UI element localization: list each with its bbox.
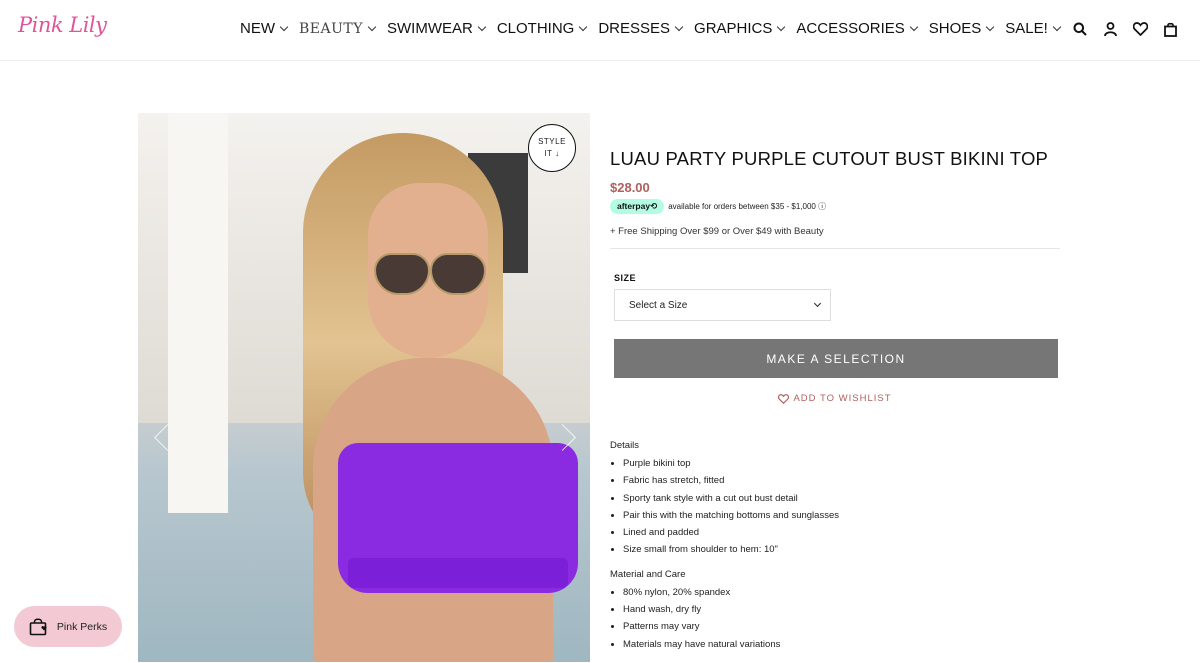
list-item: Purple bikini top (610, 455, 1060, 472)
image-pillar (168, 113, 228, 513)
details-title: Details (610, 440, 640, 451)
list-item: Materials may have natural variations (610, 636, 1060, 653)
chevron-down-icon (909, 22, 919, 31)
care-list: 80% nylon, 20% spandex Hand wash, dry fl… (610, 584, 1060, 653)
sunglasses-left (374, 253, 430, 295)
details-list: Purple bikini top Fabric has stretch, fi… (610, 455, 1060, 559)
chevron-down-icon (477, 22, 487, 31)
product-panel: LUAU PARTY PURPLE CUTOUT BUST BIKINI TOP… (610, 148, 1060, 663)
chevron-down-icon (1052, 22, 1062, 31)
nav-item-sale[interactable]: SALE! (1005, 20, 1066, 37)
afterpay-text: available for orders between $35 - $1,00… (668, 202, 827, 211)
afterpay-badge[interactable]: afterpay⟲ (610, 199, 665, 214)
bag-icon[interactable] (1162, 20, 1178, 38)
list-item: Hand wash, dry fly (610, 601, 1060, 618)
afterpay-row: afterpay⟲ available for orders between $… (610, 199, 1060, 214)
logo[interactable]: Pink Lily (18, 13, 107, 37)
add-to-wishlist-link[interactable]: ADD TO WISHLIST (610, 393, 1060, 404)
product-title: LUAU PARTY PURPLE CUTOUT BUST BIKINI TOP (610, 148, 1049, 169)
heart-icon[interactable] (1132, 20, 1148, 38)
shipping-note: + Free Shipping Over $99 or Over $49 wit… (610, 226, 1060, 249)
list-item: Patterns may vary (610, 618, 1060, 635)
chevron-down-icon (279, 22, 289, 31)
size-select[interactable]: Select a Size (614, 289, 831, 321)
chevron-down-icon (777, 22, 786, 31)
chevron-down-icon (579, 22, 588, 31)
list-item: Sporty tank style with a cut out bust de… (610, 490, 1060, 507)
pink-perks-button[interactable]: Pink Perks (14, 606, 122, 647)
nav-item-beauty[interactable]: BEAUTY (299, 20, 381, 37)
product-details: Details Purple bikini top Fabric has str… (610, 440, 1060, 653)
heart-icon (778, 393, 790, 404)
list-item: Lined and padded (610, 524, 1060, 541)
product-image[interactable]: STYLE IT ↓ (138, 113, 590, 662)
gift-bag-icon (29, 618, 47, 635)
nav-item-shoes[interactable]: SHOES (929, 20, 1000, 37)
size-select-value: Select a Size (629, 299, 688, 311)
nav-item-dresses[interactable]: DRESSES (598, 20, 688, 37)
nav-item-clothing[interactable]: CLOTHING (497, 20, 593, 37)
size-label: SIZE (614, 273, 637, 283)
chevron-down-icon (813, 299, 822, 308)
product-price: $28.00 (610, 180, 650, 195)
chevron-down-icon (986, 22, 995, 31)
nav-item-accessories[interactable]: ACCESSORIES (796, 20, 922, 37)
site-header: Pink Lily NEW BEAUTY SWIMWEAR CLOTHING D… (0, 0, 1200, 61)
header-icons (1072, 20, 1178, 38)
chevron-down-icon (674, 22, 684, 31)
nav-item-graphics[interactable]: GRAPHICS (694, 20, 790, 37)
list-item: 80% nylon, 20% spandex (610, 584, 1060, 601)
style-it-button[interactable]: STYLE IT ↓ (528, 124, 576, 172)
main-nav: NEW BEAUTY SWIMWEAR CLOTHING DRESSES GRA… (240, 20, 1072, 37)
nav-item-swimwear[interactable]: SWIMWEAR (387, 20, 491, 37)
list-item: Size small from shoulder to hem: 10" (610, 541, 1060, 558)
nav-item-new[interactable]: NEW (240, 20, 293, 37)
care-title: Material and Care (610, 568, 686, 580)
list-item: Pair this with the matching bottoms and … (610, 507, 1060, 524)
list-item: Fabric has stretch, fitted (610, 472, 1060, 489)
sunglasses-right (430, 253, 486, 295)
image-bikini-band (348, 558, 568, 588)
account-icon[interactable] (1102, 20, 1118, 38)
make-selection-button[interactable]: MAKE A SELECTION (614, 339, 1058, 378)
search-icon[interactable] (1072, 20, 1088, 38)
chevron-down-icon (367, 22, 377, 31)
